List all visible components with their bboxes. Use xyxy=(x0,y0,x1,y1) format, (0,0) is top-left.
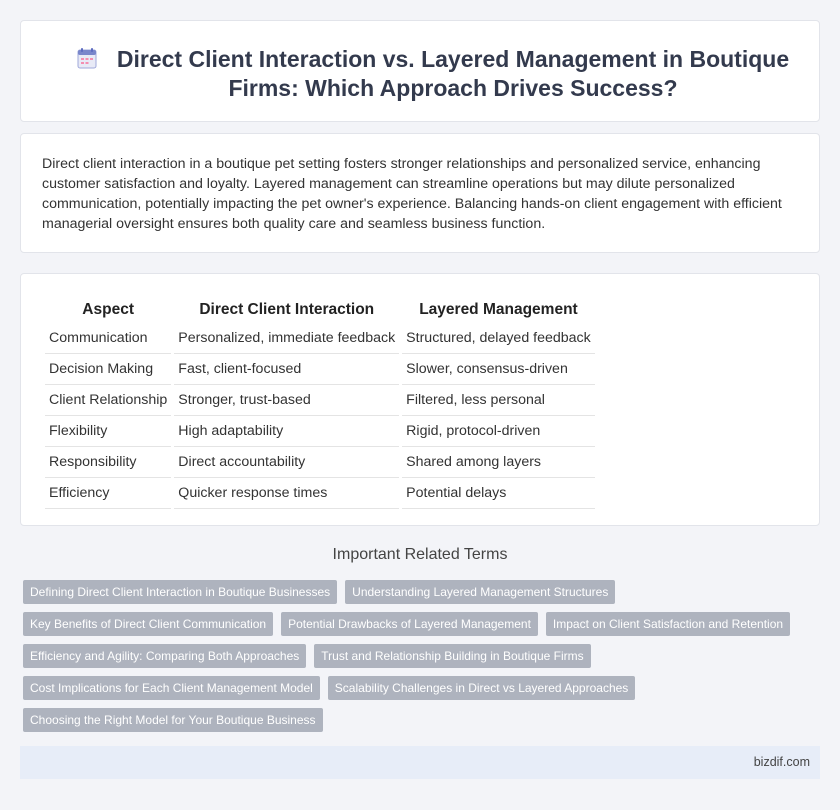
related-terms-title: Important Related Terms xyxy=(332,546,508,563)
tag-row: Choosing the Right Model for Your Boutiq… xyxy=(23,708,823,732)
related-term-link[interactable]: Impact on Client Satisfaction and Retent… xyxy=(545,612,791,636)
table-cell: Slower, consensus-driven xyxy=(402,354,595,385)
table-header-row: Aspect Direct Client Interaction Layered… xyxy=(45,296,595,323)
page-title: Direct Client Interaction vs. Layered Ma… xyxy=(116,46,790,101)
table-cell: Structured, delayed feedback xyxy=(402,323,595,354)
tag-row: Defining Direct Client Interaction in Bo… xyxy=(23,580,823,604)
related-term-link[interactable]: Trust and Relationship Building in Bouti… xyxy=(314,644,591,668)
table-cell: Responsibility xyxy=(45,447,172,478)
table-cell: Stronger, trust-based xyxy=(174,385,400,416)
table-cell: Flexibility xyxy=(45,416,172,447)
intro-card: Direct client interaction in a boutique … xyxy=(20,133,820,253)
table-cell: High adaptability xyxy=(174,416,400,447)
table-cell: Shared among layers xyxy=(402,447,595,478)
table-cell: Efficiency xyxy=(45,478,172,509)
header-card: Direct Client Interaction vs. Layered Ma… xyxy=(20,20,820,122)
related-term-link[interactable]: Cost Implications for Each Client Manage… xyxy=(23,676,320,700)
footer: bizdif.com xyxy=(20,746,820,779)
related-term-link[interactable]: Choosing the Right Model for Your Boutiq… xyxy=(23,708,323,732)
intro-paragraph: Direct client interaction in a boutique … xyxy=(42,156,782,232)
related-terms-list: Defining Direct Client Interaction in Bo… xyxy=(23,580,823,740)
table-row: Flexibility High adaptability Rigid, pro… xyxy=(45,416,595,447)
table-cell: Decision Making xyxy=(45,354,172,385)
column-header-aspect: Aspect xyxy=(82,300,134,318)
table-cell: Client Relationship xyxy=(45,385,172,416)
table-row: Responsibility Direct accountability Sha… xyxy=(45,447,595,478)
related-term-link[interactable]: Understanding Layered Management Structu… xyxy=(345,580,616,604)
tag-row: Key Benefits of Direct Client Communicat… xyxy=(23,612,823,636)
table-row: Communication Personalized, immediate fe… xyxy=(45,323,595,354)
related-term-link[interactable]: Defining Direct Client Interaction in Bo… xyxy=(23,580,338,604)
related-term-link[interactable]: Scalability Challenges in Direct vs Laye… xyxy=(327,676,636,700)
comparison-card: Aspect Direct Client Interaction Layered… xyxy=(20,273,820,526)
related-term-link[interactable]: Key Benefits of Direct Client Communicat… xyxy=(23,612,274,636)
table-cell: Personalized, immediate feedback xyxy=(174,323,400,354)
table-cell: Fast, client-focused xyxy=(174,354,400,385)
table-cell: Filtered, less personal xyxy=(402,385,595,416)
table-cell: Direct accountability xyxy=(174,447,400,478)
table-cell: Quicker response times xyxy=(174,478,400,509)
calendar-document-icon xyxy=(77,48,97,69)
related-term-link[interactable]: Potential Drawbacks of Layered Managemen… xyxy=(281,612,538,636)
table-cell: Communication xyxy=(45,323,172,354)
table-cell: Potential delays xyxy=(402,478,595,509)
table-cell: Rigid, protocol-driven xyxy=(402,416,595,447)
footer-site-link[interactable]: bizdif.com xyxy=(754,755,810,769)
tag-row: Efficiency and Agility: Comparing Both A… xyxy=(23,644,823,668)
table-row: Decision Making Fast, client-focused Slo… xyxy=(45,354,595,385)
related-term-link[interactable]: Efficiency and Agility: Comparing Both A… xyxy=(23,644,307,668)
comparison-table: Aspect Direct Client Interaction Layered… xyxy=(42,296,598,509)
table-row: Client Relationship Stronger, trust-base… xyxy=(45,385,595,416)
column-header-layered: Layered Management xyxy=(419,300,578,318)
tag-row: Cost Implications for Each Client Manage… xyxy=(23,676,823,700)
column-header-direct: Direct Client Interaction xyxy=(199,300,375,318)
table-row: Efficiency Quicker response times Potent… xyxy=(45,478,595,509)
